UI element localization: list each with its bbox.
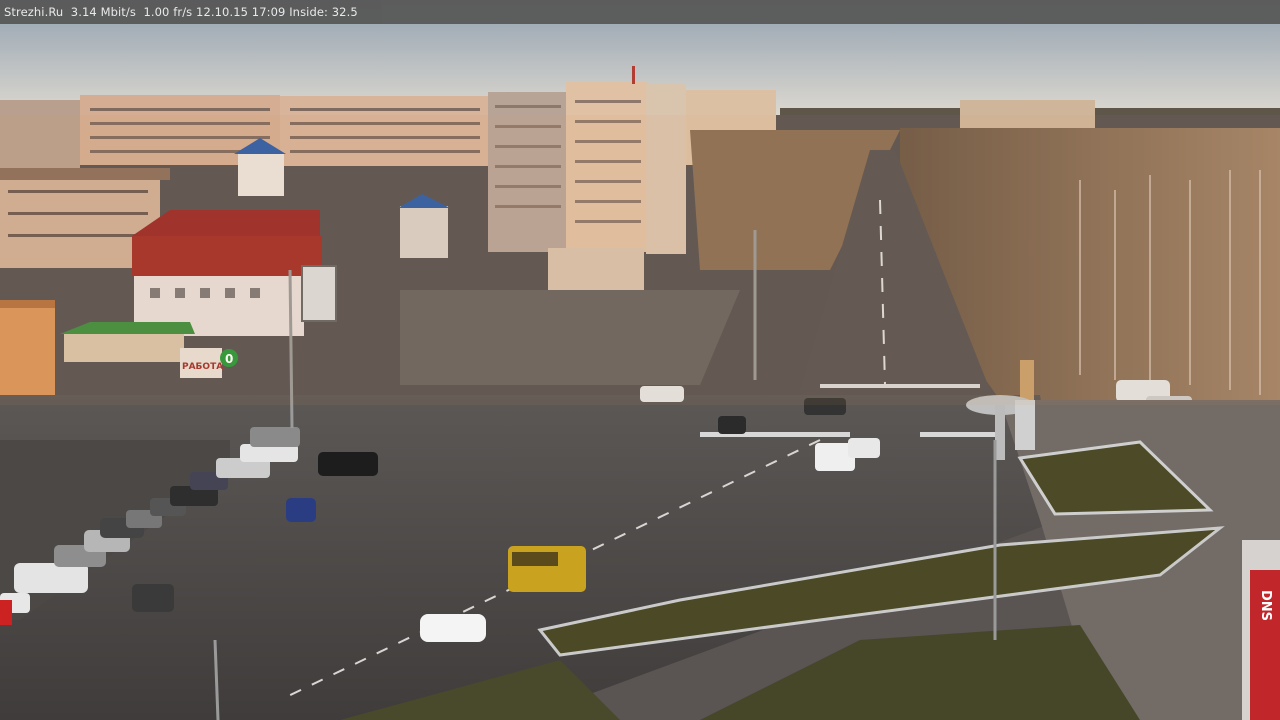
street-scene: РАБОТА 0 DNS xyxy=(0,0,1280,720)
sunlight-wash xyxy=(0,115,1280,405)
camera-info-text: Strezhi.Ru 3.14 Mbit/s 1.00 fr/s 12.10.1… xyxy=(4,5,358,19)
dns-sign-text: DNS xyxy=(1258,590,1273,621)
camera-info-bar: Strezhi.Ru 3.14 Mbit/s 1.00 fr/s 12.10.1… xyxy=(0,0,1280,24)
webcam-frame: РАБОТА 0 DNS Strezhi.Ru 3.14 Mbit/s 1.00… xyxy=(0,0,1280,720)
dns-shop: DNS xyxy=(1242,540,1280,720)
